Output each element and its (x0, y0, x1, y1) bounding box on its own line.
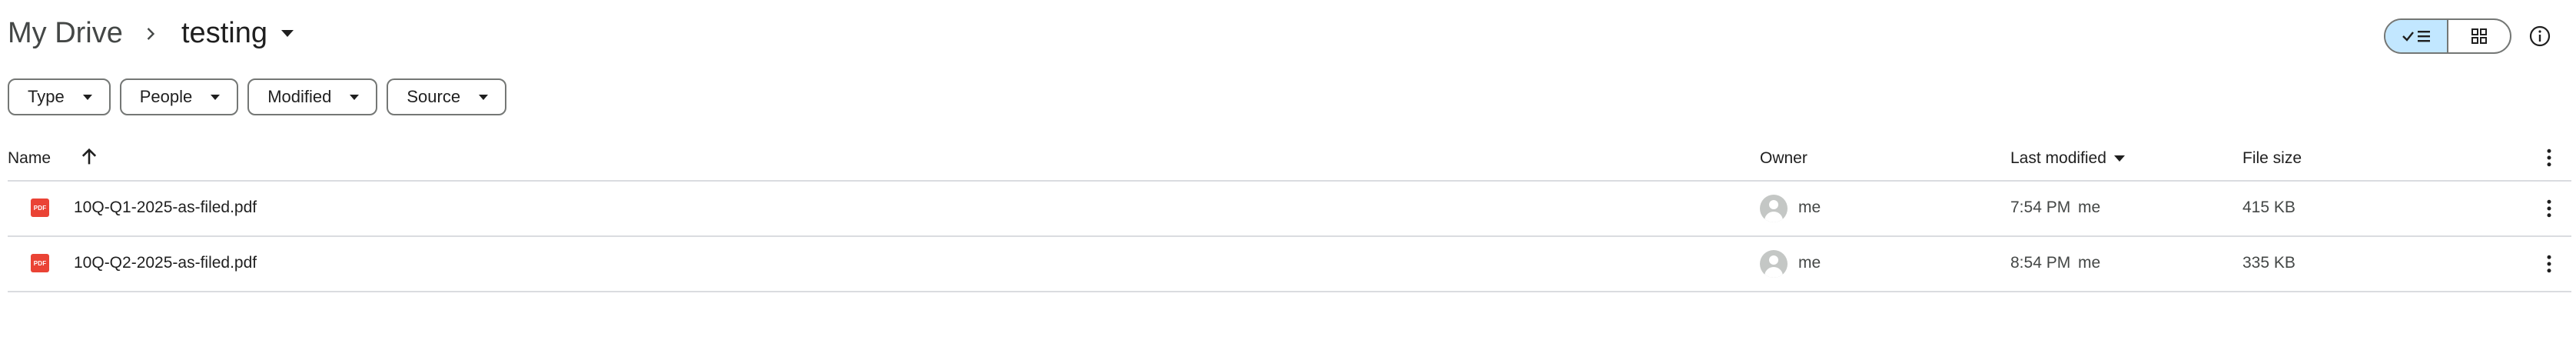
caret-down-icon (350, 94, 360, 100)
file-name[interactable]: 10Q-Q1-2025-as-filed.pdf (74, 199, 257, 217)
filter-source[interactable]: Source (387, 78, 507, 115)
owner-name: me (1798, 254, 1821, 272)
file-size: 335 KB (2242, 254, 2295, 272)
column-header-name[interactable]: Name (8, 149, 51, 168)
details-button[interactable] (2525, 22, 2554, 51)
filter-label: Source (407, 87, 461, 106)
caret-down-icon (211, 94, 221, 100)
grid-view-button[interactable] (2448, 20, 2510, 52)
filter-label: People (139, 87, 193, 106)
more-vert-icon[interactable] (2538, 197, 2561, 220)
breadcrumb-current-label: testing (181, 17, 267, 49)
avatar (1760, 250, 1788, 278)
filter-label: Type (28, 87, 65, 106)
grid-icon (2471, 28, 2487, 44)
file-table: Name Owner Last modified File size PDF 1… (8, 135, 2571, 292)
modified-by: me (2078, 199, 2101, 216)
file-name[interactable]: 10Q-Q2-2025-as-filed.pdf (74, 254, 257, 272)
more-vert-icon[interactable] (2538, 146, 2561, 169)
filter-type[interactable]: Type (8, 78, 111, 115)
owner-name: me (1798, 199, 1821, 216)
filter-people[interactable]: People (119, 78, 239, 115)
column-header-file-size[interactable]: File size (2242, 149, 2302, 168)
modified-time: 7:54 PM (2010, 199, 2071, 216)
info-icon (2529, 25, 2551, 47)
pdf-icon: PDF (31, 199, 49, 217)
table-row[interactable]: PDF 10Q-Q2-2025-as-filed.pdf me 8:54 PM … (8, 237, 2571, 292)
list-view-button[interactable] (2385, 20, 2448, 52)
column-header-last-modified-label: Last modified (2010, 149, 2106, 167)
arrow-up-icon[interactable] (78, 146, 100, 168)
breadcrumb-my-drive[interactable]: My Drive (8, 17, 123, 50)
modified-by: me (2078, 254, 2101, 272)
caret-down-icon (82, 94, 92, 100)
avatar (1760, 195, 1788, 222)
modified-time: 8:54 PM (2010, 254, 2071, 272)
view-toggle (2384, 18, 2511, 54)
filter-label: Modified (267, 87, 332, 106)
caret-down-icon (281, 30, 294, 37)
filter-bar: Type People Modified Source (8, 78, 507, 115)
breadcrumb-current-folder[interactable]: testing (181, 17, 294, 50)
caret-down-icon (2113, 155, 2125, 162)
column-header-owner: Owner (1760, 149, 1808, 167)
header: My Drive testing (0, 0, 2576, 72)
filter-modified[interactable]: Modified (247, 78, 378, 115)
table-header: Name Owner Last modified File size (8, 135, 2571, 182)
table-row[interactable]: PDF 10Q-Q1-2025-as-filed.pdf me 7:54 PM … (8, 182, 2571, 237)
check-list-icon (2402, 31, 2430, 42)
drive-file-browser: My Drive testing Type People Modified So… (0, 0, 2576, 347)
more-vert-icon[interactable] (2538, 252, 2561, 275)
file-size: 415 KB (2242, 199, 2295, 216)
caret-down-icon (479, 94, 489, 100)
column-header-last-modified[interactable]: Last modified (2010, 149, 2125, 168)
chevron-right-icon (147, 28, 155, 40)
pdf-icon: PDF (31, 254, 49, 272)
